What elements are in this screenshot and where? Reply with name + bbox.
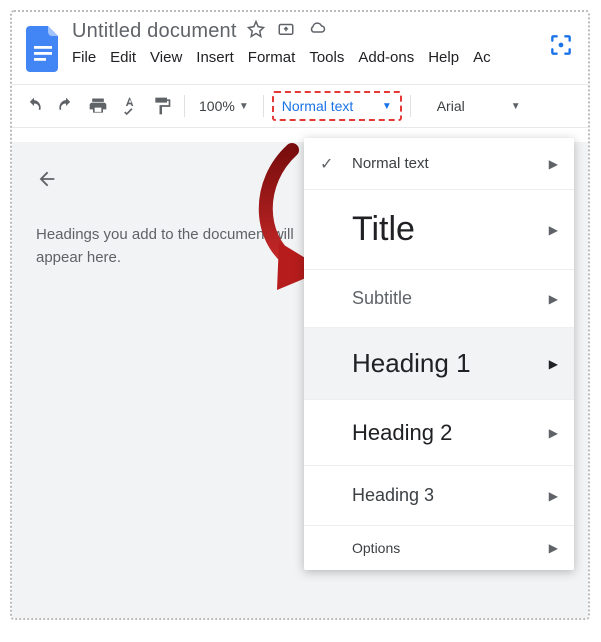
chevron-down-icon: ▼ bbox=[511, 101, 521, 112]
menu-addons[interactable]: Add-ons bbox=[358, 49, 414, 66]
capture-icon[interactable] bbox=[548, 32, 574, 58]
menu-file[interactable]: File bbox=[72, 49, 96, 66]
chevron-right-icon: ▶ bbox=[549, 426, 558, 440]
style-option-subtitle[interactable]: Subtitle ▶ bbox=[304, 270, 574, 328]
undo-button[interactable] bbox=[20, 92, 48, 120]
zoom-value: 100% bbox=[199, 98, 235, 114]
cloud-icon[interactable] bbox=[307, 20, 327, 43]
separator bbox=[410, 95, 411, 117]
chevron-right-icon: ▶ bbox=[549, 292, 558, 306]
header-main: Untitled document File Edit View bbox=[72, 20, 491, 66]
chevron-right-icon: ▶ bbox=[549, 223, 558, 237]
chevron-right-icon: ▶ bbox=[549, 157, 558, 171]
menu-bar: File Edit View Insert Format Tools Add-o… bbox=[72, 49, 491, 66]
styles-dropdown[interactable]: Normal text ▼ bbox=[272, 91, 402, 121]
zoom-dropdown[interactable]: 100% ▼ bbox=[193, 98, 255, 114]
star-icon[interactable] bbox=[247, 20, 265, 43]
separator bbox=[184, 95, 185, 117]
move-icon[interactable] bbox=[277, 20, 295, 43]
menu-accessibility[interactable]: Ac bbox=[473, 49, 491, 66]
font-dropdown[interactable]: Arial ▼ bbox=[429, 98, 529, 114]
style-option-title[interactable]: Title ▶ bbox=[304, 190, 574, 270]
style-option-heading-3[interactable]: Heading 3 ▶ bbox=[304, 466, 574, 526]
redo-button[interactable] bbox=[52, 92, 80, 120]
menu-insert[interactable]: Insert bbox=[196, 49, 234, 66]
spellcheck-button[interactable] bbox=[116, 92, 144, 120]
separator bbox=[263, 95, 264, 117]
menu-help[interactable]: Help bbox=[428, 49, 459, 66]
chevron-down-icon: ▼ bbox=[239, 101, 249, 112]
chevron-down-icon: ▼ bbox=[382, 101, 392, 112]
styles-menu: ✓ Normal text ▶ Title ▶ Subtitle ▶ Headi… bbox=[304, 138, 574, 570]
menu-format[interactable]: Format bbox=[248, 49, 296, 66]
font-name: Arial bbox=[437, 98, 465, 114]
menu-edit[interactable]: Edit bbox=[110, 49, 136, 66]
chevron-right-icon: ▶ bbox=[549, 541, 558, 555]
styles-label: Normal text bbox=[282, 98, 354, 114]
paint-format-button[interactable] bbox=[148, 92, 176, 120]
docs-logo-icon[interactable] bbox=[24, 24, 64, 74]
document-title[interactable]: Untitled document bbox=[72, 20, 237, 43]
toolbar: 100% ▼ Normal text ▼ Arial ▼ bbox=[12, 84, 588, 128]
print-button[interactable] bbox=[84, 92, 112, 120]
style-option-options[interactable]: Options ▶ bbox=[304, 526, 574, 570]
menu-tools[interactable]: Tools bbox=[309, 49, 344, 66]
style-option-heading-2[interactable]: Heading 2 ▶ bbox=[304, 400, 574, 466]
chevron-right-icon: ▶ bbox=[549, 357, 558, 371]
style-option-heading-1[interactable]: Heading 1 ▶ bbox=[304, 328, 574, 400]
menu-view[interactable]: View bbox=[150, 49, 182, 66]
check-icon: ✓ bbox=[320, 154, 338, 174]
style-option-normal-text[interactable]: ✓ Normal text ▶ bbox=[304, 138, 574, 190]
chevron-right-icon: ▶ bbox=[549, 489, 558, 503]
app-frame: Untitled document File Edit View bbox=[10, 10, 590, 620]
header: Untitled document File Edit View bbox=[12, 12, 588, 74]
